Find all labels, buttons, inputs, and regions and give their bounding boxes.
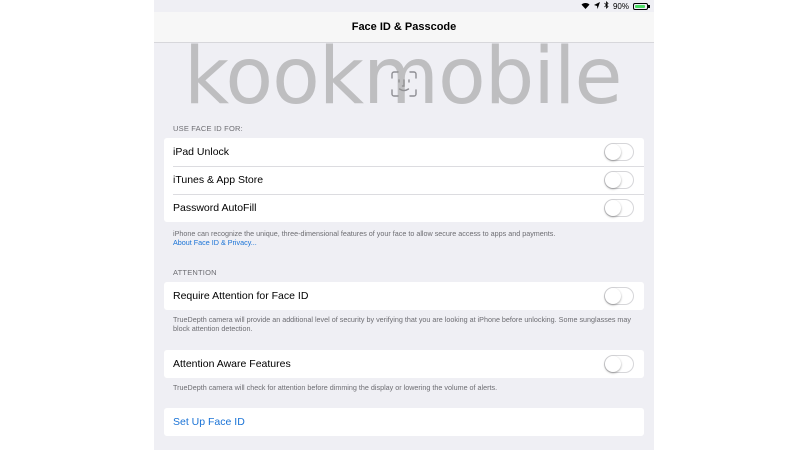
bluetooth-icon [604, 1, 609, 11]
ipad-unlock-label: iPad Unlock [173, 146, 230, 158]
itunes-app-store-row: iTunes & App Store [164, 166, 644, 194]
require-attention-row: Require Attention for Face ID [164, 282, 644, 310]
wifi-icon [581, 2, 590, 11]
navigation-bar: Face ID & Passcode [154, 12, 654, 43]
battery-icon [633, 2, 650, 10]
setup-face-id-group: Set Up Face ID [164, 408, 644, 436]
password-autofill-label: Password AutoFill [173, 202, 257, 214]
toggle-knob [605, 144, 621, 160]
toggle-knob [605, 288, 621, 304]
toggle-knob [605, 356, 621, 372]
setup-face-id-row[interactable]: Set Up Face ID [164, 408, 644, 436]
battery-fill [635, 4, 645, 8]
setup-face-id-button[interactable]: Set Up Face ID [173, 416, 245, 428]
itunes-app-store-label: iTunes & App Store [173, 174, 264, 186]
attention-aware-toggle[interactable] [604, 355, 634, 373]
attention-aware-group: Attention Aware Features [164, 350, 644, 378]
attention-aware-footer: TrueDepth camera will check for attentio… [173, 383, 498, 392]
face-id-icon [391, 71, 417, 97]
itunes-app-store-toggle[interactable] [604, 171, 634, 189]
require-attention-toggle[interactable] [604, 287, 634, 305]
use-face-id-header: USE FACE ID FOR: [173, 124, 243, 133]
toggle-knob [605, 200, 621, 216]
require-attention-group: Require Attention for Face ID [164, 282, 644, 310]
require-attention-footer: TrueDepth camera will provide an additio… [173, 315, 631, 333]
use-face-id-footer: iPhone can recognize the unique, three-d… [173, 229, 643, 247]
password-autofill-toggle[interactable] [604, 199, 634, 217]
about-face-id-link[interactable]: About Face ID & Privacy... [173, 238, 257, 247]
use-face-id-group: iPad Unlock iTunes & App Store Password … [164, 138, 644, 222]
attention-aware-row: Attention Aware Features [164, 350, 644, 378]
password-autofill-row: Password AutoFill [164, 194, 644, 222]
require-attention-label: Require Attention for Face ID [173, 290, 309, 302]
ipad-unlock-toggle[interactable] [604, 143, 634, 161]
attention-header: ATTENTION [173, 268, 217, 277]
attention-aware-label: Attention Aware Features [173, 358, 291, 370]
battery-percent: 90% [612, 1, 629, 11]
ipad-unlock-row: iPad Unlock [164, 138, 644, 166]
use-face-id-footer-text: iPhone can recognize the unique, three-d… [173, 229, 556, 238]
status-bar: 90% [581, 0, 654, 12]
toggle-knob [605, 172, 621, 188]
location-icon [593, 1, 600, 11]
settings-screen: 90% Face ID & Passcode USE FACE ID FOR: … [154, 0, 654, 450]
page-title: Face ID & Passcode [351, 21, 457, 33]
